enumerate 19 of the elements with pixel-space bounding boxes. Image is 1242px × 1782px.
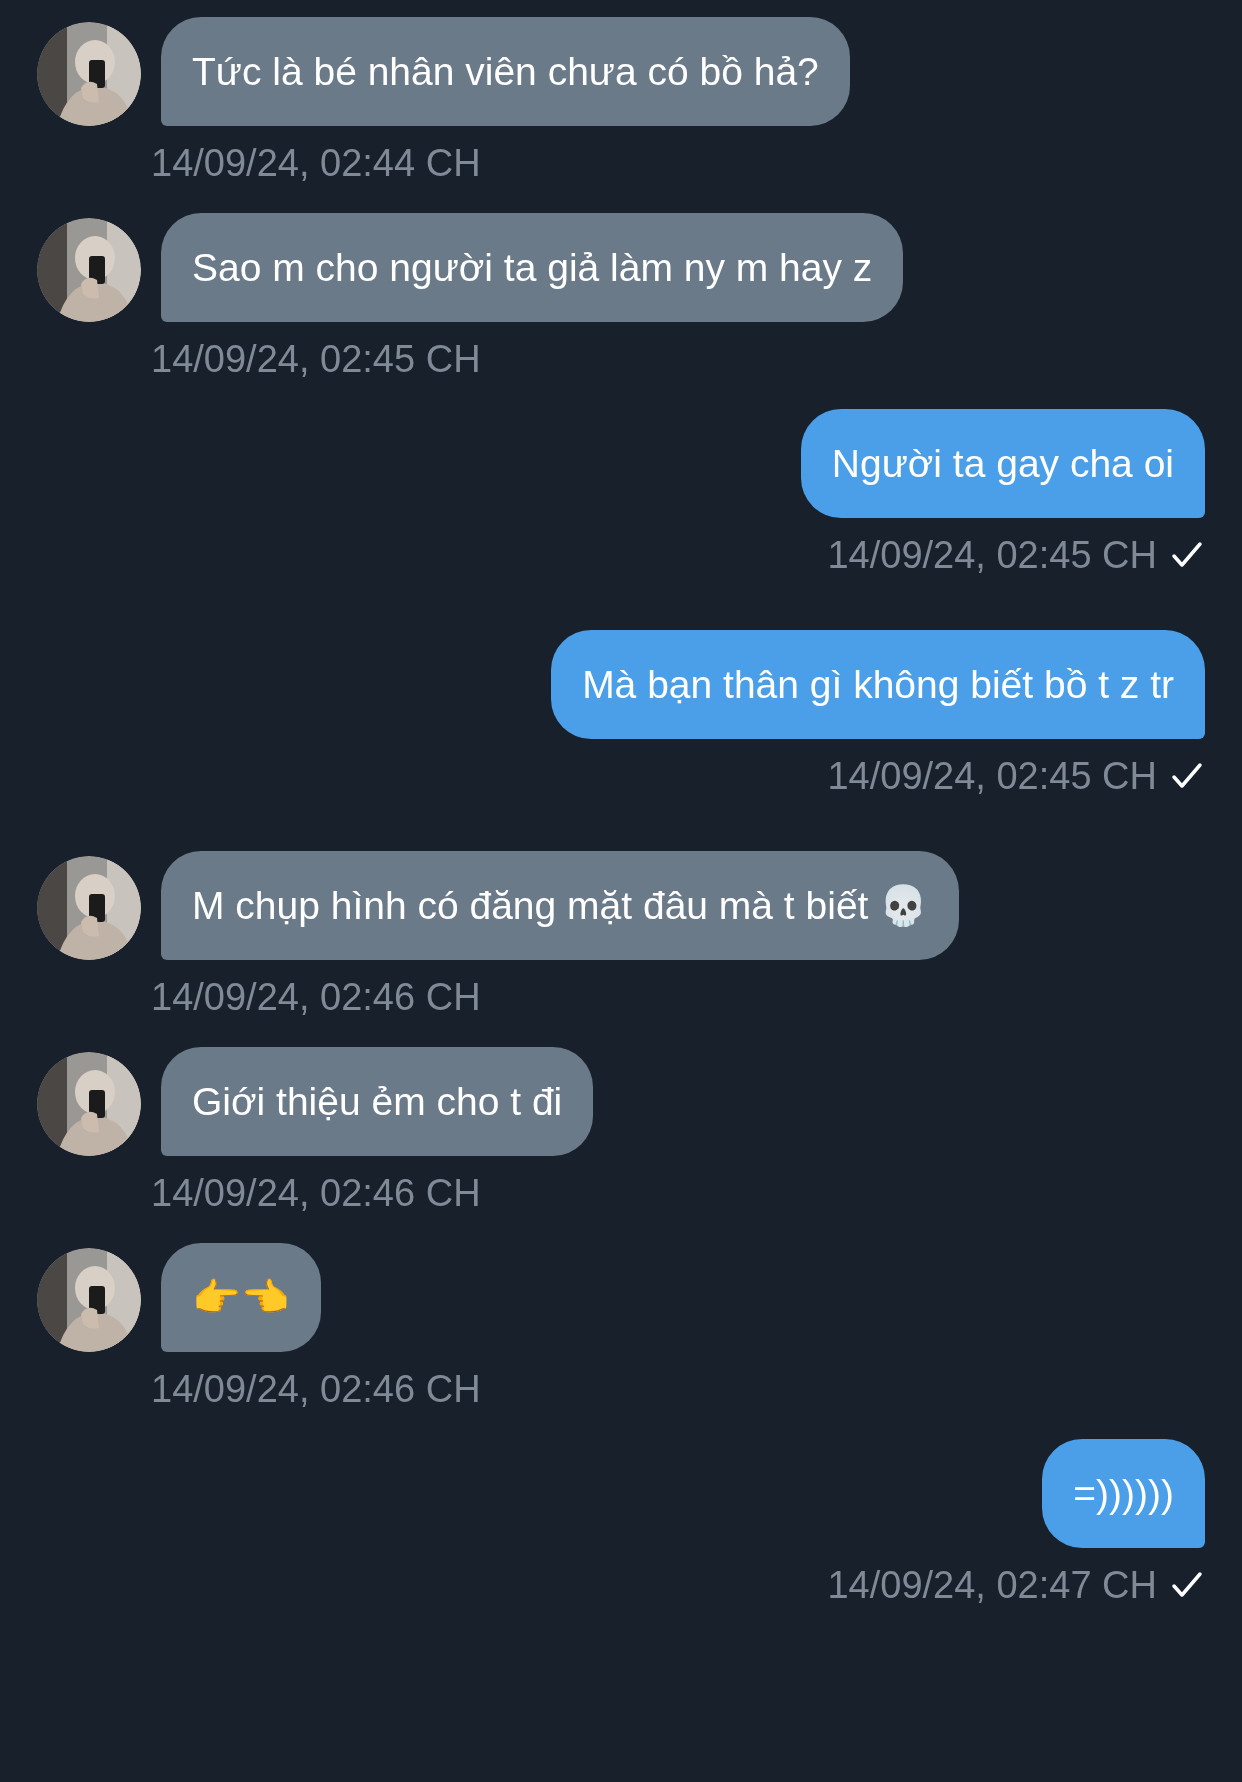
message-bubble: 👉👈 <box>161 1243 321 1352</box>
timestamp: 14/09/24, 02:46 CH <box>151 1171 481 1216</box>
message-bubble: =)))))) <box>1042 1439 1205 1548</box>
timestamp: 14/09/24, 02:45 CH <box>827 754 1157 799</box>
check-icon <box>1171 762 1203 790</box>
message-bubble: Mà bạn thân gì không biết bồ t z tr <box>551 630 1205 739</box>
timestamp: 14/09/24, 02:47 CH <box>827 1563 1157 1608</box>
message-bubble: Người ta gay cha oi <box>800 409 1205 518</box>
timestamp: 14/09/24, 02:46 CH <box>151 1367 481 1412</box>
message-bubble: M chụp hình có đăng mặt đâu mà t biết 💀 <box>161 851 960 960</box>
timestamp: 14/09/24, 02:45 CH <box>151 337 481 382</box>
timestamp: 14/09/24, 02:44 CH <box>151 141 481 186</box>
check-icon <box>1171 1571 1203 1599</box>
check-icon <box>1171 541 1203 569</box>
timestamp: 14/09/24, 02:45 CH <box>827 533 1157 578</box>
timestamp: 14/09/24, 02:46 CH <box>151 975 481 1020</box>
message-bubble: Giới thiệu ẻm cho t đi <box>161 1047 594 1156</box>
message-bubble: Sao m cho người ta giả làm ny m hay z <box>161 213 904 322</box>
message-bubble: Tức là bé nhân viên chưa có bồ hả? <box>161 17 850 126</box>
